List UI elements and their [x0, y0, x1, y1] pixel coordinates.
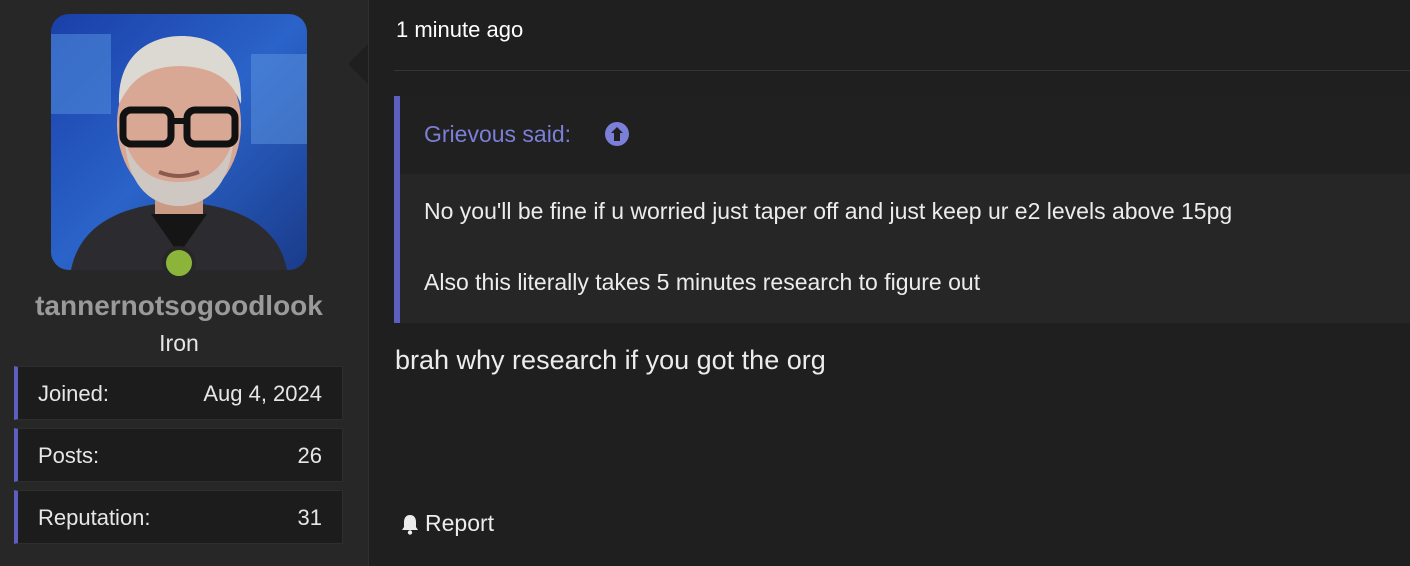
post-timestamp[interactable]: 1 minute ago [396, 17, 523, 43]
sidebar-pointer [348, 44, 368, 84]
quote-header: Grievous said: [400, 96, 1410, 174]
header-divider [394, 70, 1410, 71]
post-message: brah why research if you got the org [395, 345, 826, 375]
quote-text-line: Also this literally takes 5 minutes rese… [424, 269, 981, 295]
stat-value: Aug 4, 2024 [203, 381, 322, 406]
quote-block: Grievous said: No you'll be fine if u wo… [394, 96, 1410, 323]
bell-icon [402, 514, 418, 535]
stat-value: 26 [297, 443, 322, 468]
stat-joined: Joined: Aug 4, 2024 [14, 366, 343, 420]
stat-posts: Posts: 26 [14, 428, 343, 482]
quote-author-link[interactable]: Grievous said: [424, 121, 571, 148]
stat-label: Posts: [38, 443, 100, 468]
user-sidebar: tannernotsogoodlook Iron Joined: Aug 4, … [0, 0, 369, 566]
stat-label: Reputation: [38, 505, 151, 530]
report-button[interactable]: Report [399, 510, 494, 537]
report-label: Report [425, 510, 495, 536]
quote-text-line: No you'll be fine if u worried just tape… [424, 198, 1233, 224]
username[interactable]: tannernotsogoodlook [0, 290, 358, 322]
stat-reputation: Reputation: 31 [14, 490, 343, 544]
user-rank: Iron [159, 330, 199, 356]
stat-label: Joined: [38, 381, 109, 406]
avatar[interactable] [51, 14, 307, 270]
online-status-indicator [162, 246, 196, 280]
avatar-image [51, 14, 307, 270]
forum-post: tannernotsogoodlook Iron Joined: Aug 4, … [0, 0, 1410, 566]
stat-value: 31 [297, 505, 322, 530]
arrow-up-circle-icon[interactable] [604, 121, 630, 147]
